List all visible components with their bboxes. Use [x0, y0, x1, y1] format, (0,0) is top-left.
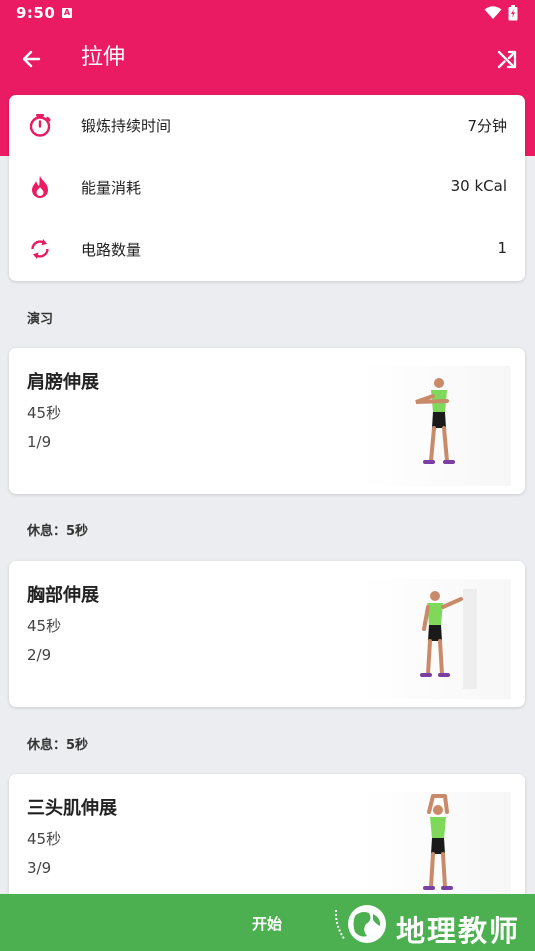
watermark-globe-logo — [334, 905, 386, 943]
exercise-illustration — [361, 366, 511, 486]
exercise-name: 胸部伸展 — [27, 585, 99, 606]
stat-label: 电路数量 — [81, 241, 142, 259]
arrow-left-icon — [22, 50, 41, 68]
start-label: 开始 — [252, 915, 283, 933]
exercise-count: 3/9 — [27, 859, 52, 877]
stat-value: 1 — [497, 239, 507, 257]
exercise-name: 肩膀伸展 — [27, 372, 99, 393]
page-title: 拉伸 — [81, 45, 126, 70]
exercise-duration: 45秒 — [27, 404, 62, 422]
stat-row-energy: 能量消耗 30 kCal — [9, 157, 525, 219]
watermark-text: 地理教师 — [396, 914, 521, 948]
wifi-icon — [484, 6, 502, 19]
flame-icon — [32, 176, 48, 198]
rest-label: 休息：5秒 — [27, 524, 89, 539]
exercise-illustration — [361, 579, 511, 699]
refresh-icon — [31, 239, 49, 259]
exercise-card[interactable]: 肩膀伸展 45秒 1/9 — [9, 348, 525, 494]
exercise-count: 2/9 — [27, 646, 52, 664]
stat-label: 能量消耗 — [81, 179, 142, 197]
exercise-name: 三头肌伸展 — [27, 798, 117, 819]
stat-label: 锻炼持续时间 — [81, 117, 172, 135]
notification-icon: A — [62, 8, 72, 18]
section-title: 演习 — [27, 312, 54, 327]
shuffle-icon — [497, 50, 517, 69]
chest-stretch-figure — [420, 589, 477, 689]
exercise-duration: 45秒 — [27, 617, 62, 635]
exercise-duration: 45秒 — [27, 830, 62, 848]
back-button[interactable] — [14, 42, 48, 76]
stat-row-duration: 锻炼持续时间 7分钟 — [9, 95, 525, 157]
exercise-card[interactable]: 胸部伸展 45秒 2/9 — [9, 561, 525, 707]
battery-icon — [508, 5, 518, 21]
rest-label: 休息：5秒 — [27, 738, 89, 753]
status-bar: 9:50 A — [0, 0, 535, 26]
stat-value: 7分钟 — [467, 117, 507, 135]
workout-stats-card: 锻炼持续时间 7分钟 能量消耗 30 kCal 电路数量 1 — [9, 95, 525, 281]
status-time: 9:50 — [16, 4, 56, 22]
stopwatch-icon — [29, 114, 51, 137]
exercise-count: 1/9 — [27, 433, 52, 451]
stat-row-circuits: 电路数量 1 — [9, 219, 525, 281]
stat-value: 30 kCal — [450, 177, 507, 195]
shuffle-button[interactable] — [490, 42, 524, 76]
shoulder-stretch-figure — [415, 378, 455, 464]
